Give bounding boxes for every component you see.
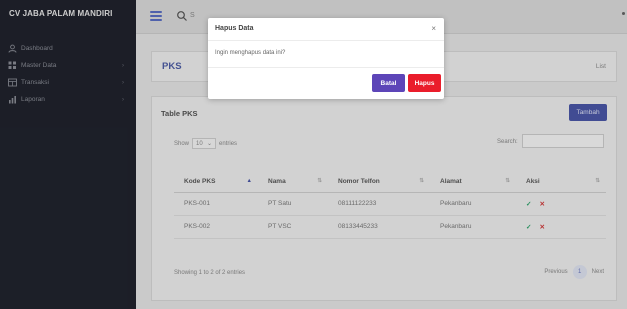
cancel-button[interactable]: Batal [372,74,405,92]
modal-divider [208,67,444,68]
modal-message: Ingin menghapus data ini? [215,50,286,56]
modal-header: Hapus Data × [208,18,444,41]
delete-modal: Hapus Data × Ingin menghapus data ini? B… [208,18,444,99]
modal-title: Hapus Data [215,25,254,32]
close-icon[interactable]: × [431,24,436,33]
confirm-delete-button[interactable]: Hapus [408,74,441,92]
